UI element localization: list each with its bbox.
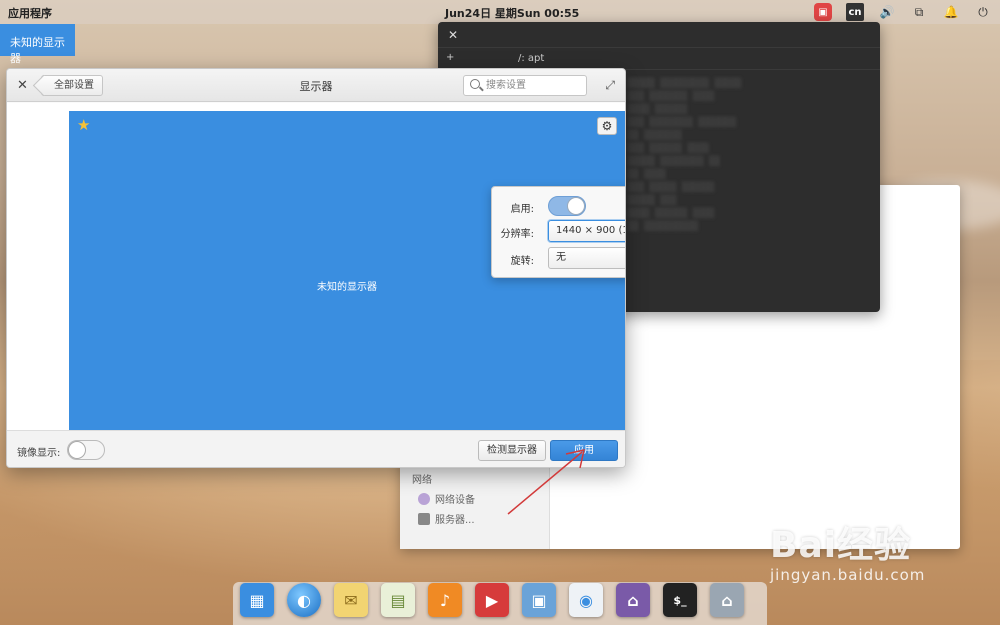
watermark-logo: Bai经验 [770,525,912,566]
enabled-toggle[interactable] [548,196,586,216]
enabled-row: 启用: [492,195,625,217]
dock-items: ▦ ◐ ✉ ▤ ♪ ▶ ▣ ◉ ⌂ $_ ⌂ [240,583,744,617]
display-arrangement-canvas: ★ 未知的显示器 ⚙ 启用: 分辨率: 1440 × 900 (16 : 10)… [7,103,625,430]
top-panel: 应用程序 Jun24日 星期Sun 00:55 ▣ cn 🔊 ⧉ 🔔 ⏻ [0,0,1000,24]
notification-icon[interactable]: 🔔 [942,3,960,21]
watermark-url: jingyan.baidu.com [770,566,926,584]
sidebar-item-servers[interactable]: 服务器... [418,511,475,526]
videos-icon[interactable]: ▶ [475,583,509,617]
sidebar-item-label: 网络设备 [435,495,475,506]
terminal-icon[interactable]: $_ [663,583,697,617]
enabled-label: 启用: [510,204,534,215]
volume-icon[interactable]: 🔊 [878,3,896,21]
network-icon[interactable]: ⧉ [910,3,928,21]
mirror-toggle[interactable] [67,440,105,460]
resolution-value: 1440 × 900 (16 : 10) [556,225,625,236]
resolution-row: 分辨率: 1440 × 900 (16 : 10) [492,220,625,242]
keyboard-layout-indicator[interactable]: cn [846,3,864,21]
rotation-value: 无 [556,252,566,263]
apply-button[interactable]: 应用 [550,440,618,461]
maximize-icon[interactable]: ⤢ [605,78,615,93]
toggle-knob [68,441,86,459]
sidebar-item-network-devices[interactable]: 网络设备 [418,491,475,506]
terminal-header: ✕ [438,22,880,48]
window-title-label: 未知的显示器 [0,24,75,65]
power-icon[interactable]: ⏻ [974,3,992,21]
calendar-icon[interactable]: ▤ [381,583,415,617]
files-icon[interactable]: ⌂ [710,583,744,617]
search-icon [470,79,480,89]
resolution-label: 分辨率: [500,229,534,240]
detect-displays-button[interactable]: 检测显示器 [478,440,546,461]
photos-icon[interactable]: ▣ [522,583,556,617]
sidebar-section-network: 网络 [412,475,432,486]
search-placeholder: 搜索设置 [486,80,526,91]
watermark: Bai经验 jingyan.baidu.com [770,516,925,584]
mirror-label: 镜像显示: [17,448,61,459]
clock[interactable]: Jun24日 星期Sun 00:55 [445,5,579,21]
close-icon[interactable]: ✕ [448,28,458,42]
monitor-settings-popover: 启用: 分辨率: 1440 × 900 (16 : 10) 旋转: 无 [491,186,625,278]
system-tray: ▣ cn 🔊 ⧉ 🔔 ⏻ [814,3,992,21]
applications-menu[interactable]: 应用程序 [8,5,52,21]
rotation-label: 旋转: [510,256,534,267]
display-settings-window: ✕ 全部设置 显示器 搜索设置 ⤢ ★ 未知的显示器 ⚙ 启用: 分辨率: 14… [6,68,626,468]
sidebar-item-label: 服务器... [435,515,475,526]
monitor-name: 未知的显示器 [317,282,377,293]
rotation-row: 旋转: 无 [492,247,625,269]
network-device-icon [418,492,430,505]
multitasking-view-icon[interactable]: ▦ [240,583,274,617]
gear-icon[interactable]: ⚙ [597,117,617,135]
appcenter-icon[interactable]: ⌂ [616,583,650,617]
toggle-knob [567,197,585,215]
action-bar: 镜像显示: 检测显示器 应用 [7,430,625,467]
terminal-tabs: + /: apt [438,48,880,70]
resolution-select[interactable]: 1440 × 900 (16 : 10) [548,220,625,242]
settings-icon[interactable]: ◉ [569,583,603,617]
server-icon [418,512,430,525]
music-icon[interactable]: ♪ [428,583,462,617]
search-input[interactable]: 搜索设置 [463,75,587,96]
mail-icon[interactable]: ✉ [334,583,368,617]
rotation-select[interactable]: 无 [548,247,625,269]
app-indicator-icon[interactable]: ▣ [814,3,832,21]
add-tab-icon[interactable]: + [446,52,454,63]
browser-icon[interactable]: ◐ [287,583,321,617]
terminal-tab[interactable]: /: apt [518,53,544,64]
primary-star-icon[interactable]: ★ [77,116,90,134]
monitor-tile[interactable]: ★ 未知的显示器 ⚙ 启用: 分辨率: 1440 × 900 (16 : 10)… [69,111,625,430]
window-header: ✕ 全部设置 显示器 搜索设置 ⤢ [7,69,625,102]
